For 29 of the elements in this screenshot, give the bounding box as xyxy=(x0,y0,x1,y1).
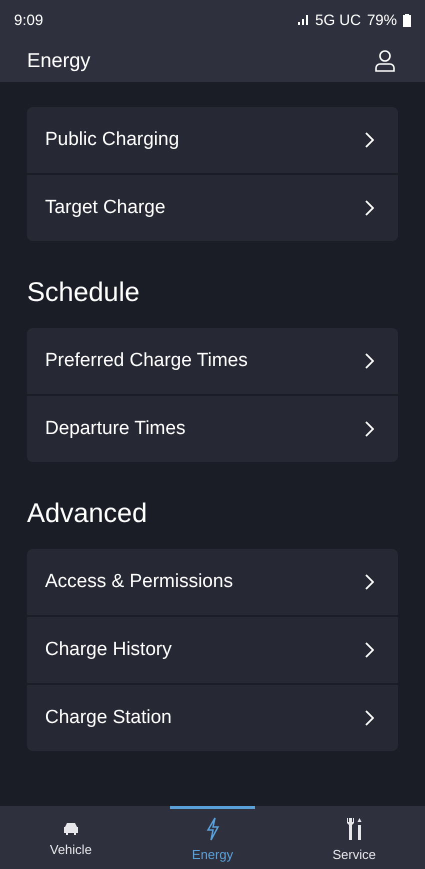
chevron-right-icon xyxy=(364,353,374,369)
nav-tab[interactable]: Vehicle xyxy=(28,806,114,869)
page-title: Energy xyxy=(27,50,90,72)
battery-icon xyxy=(403,14,411,26)
chevron-right-icon xyxy=(364,200,374,216)
chevron-right-icon xyxy=(364,132,374,148)
menu-item[interactable]: Charge History xyxy=(27,615,398,683)
menu-item[interactable]: Departure Times xyxy=(27,394,398,462)
profile-icon[interactable] xyxy=(375,50,395,72)
status-time: 9:09 xyxy=(14,12,44,28)
menu-item[interactable]: Target Charge xyxy=(27,173,398,241)
section-heading: Advanced xyxy=(27,498,148,529)
nav-tab[interactable]: Energy xyxy=(170,806,256,869)
section-heading: Schedule xyxy=(27,277,141,308)
menu-item[interactable]: Public Charging xyxy=(27,107,398,173)
chevron-right-icon xyxy=(364,574,374,590)
chevron-right-icon xyxy=(364,421,374,437)
battery-percent: 79% xyxy=(366,12,397,28)
car-icon xyxy=(62,822,80,836)
chevron-right-icon xyxy=(364,642,374,658)
menu-item[interactable]: Access & Permissions xyxy=(27,549,398,615)
chevron-right-icon xyxy=(364,710,374,726)
menu-item[interactable]: Charge Station xyxy=(27,683,398,751)
signal-icon xyxy=(297,14,310,26)
lightning-icon xyxy=(206,816,220,840)
nav-tab[interactable]: Service xyxy=(311,806,398,869)
network-label: 5G UC xyxy=(315,12,361,28)
menu-item[interactable]: Preferred Charge Times xyxy=(27,328,398,394)
tools-icon xyxy=(345,816,364,840)
